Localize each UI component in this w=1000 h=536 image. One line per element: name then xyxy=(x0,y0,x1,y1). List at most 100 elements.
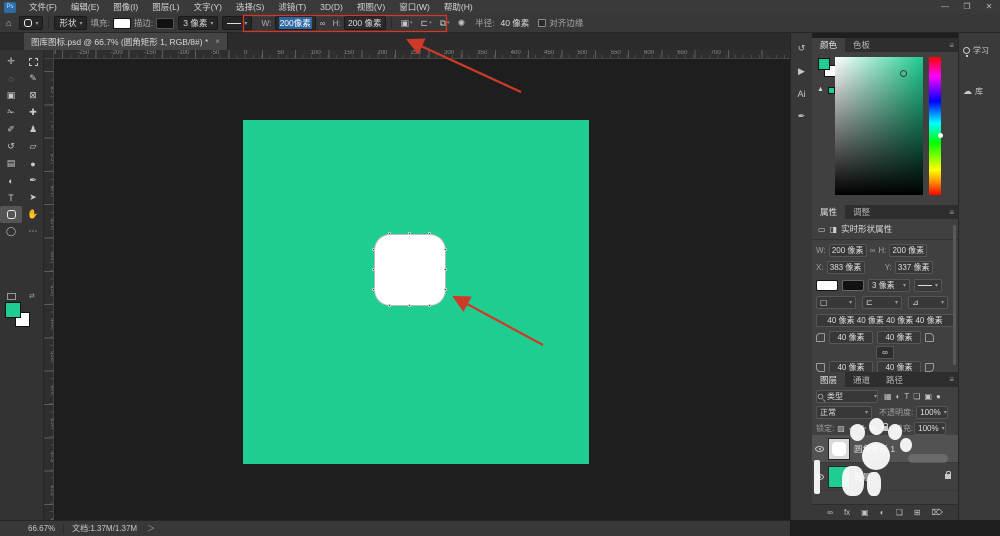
edit-toolbar[interactable]: ⋯ xyxy=(22,223,44,240)
stroke-caps-dropdown[interactable]: ⊏▾ xyxy=(862,296,902,309)
path-alignment-icon[interactable]: ⊏▾ xyxy=(421,18,432,29)
move-tool[interactable]: ✛ xyxy=(0,53,22,70)
type-tool[interactable]: T xyxy=(0,189,22,206)
quick-selection-tool[interactable]: ✎ xyxy=(22,70,44,87)
status-options-chevron[interactable]: ＞ xyxy=(147,523,155,534)
align-edges-checkbox[interactable] xyxy=(538,19,546,27)
menu-item-filter[interactable]: 滤镜(T) xyxy=(271,0,313,14)
adjustment-layer-icon[interactable]: ◐ xyxy=(880,508,885,517)
link-dimensions-icon[interactable]: ∞ xyxy=(320,19,326,28)
hand-tool[interactable]: ✋ xyxy=(22,206,44,223)
pen-panel-icon[interactable]: ✒ xyxy=(798,111,806,122)
layer-mask-icon[interactable]: ▣ xyxy=(861,508,869,517)
prop-width-field[interactable]: 200 像素 xyxy=(829,244,867,257)
radius-value[interactable]: 40 像素 xyxy=(500,17,529,29)
prop-y-field[interactable]: 337 像素 xyxy=(895,261,933,274)
tab-swatches[interactable]: 色板 xyxy=(845,38,878,52)
tab-layers[interactable]: 图层 xyxy=(812,372,845,387)
stroke-type-dropdown[interactable]: ▾ xyxy=(222,16,252,30)
vertical-ruler[interactable]: -50050100150200250300350400450500550600 xyxy=(44,59,54,520)
layer-fill-field[interactable]: 100%▾ xyxy=(914,422,946,435)
prop-fill-swatch[interactable] xyxy=(816,280,838,291)
gradient-tool[interactable]: ▤ xyxy=(0,155,22,172)
blur-tool[interactable]: ● xyxy=(22,155,44,172)
saturation-brightness-field[interactable] xyxy=(835,57,923,195)
tab-close-icon[interactable]: × xyxy=(215,37,220,46)
gamut-warning-icon[interactable]: ▲ xyxy=(817,86,824,93)
filter-shape-layers-icon[interactable]: ❏ xyxy=(913,392,920,401)
lasso-tool[interactable]: ◌ xyxy=(0,70,22,87)
menu-item-type[interactable]: 文字(Y) xyxy=(187,0,229,14)
crop-tool[interactable]: ▣ xyxy=(0,87,22,104)
color-picker-marker[interactable] xyxy=(900,70,907,77)
blend-mode-dropdown[interactable]: 正常▾ xyxy=(816,406,872,419)
menu-item-layer[interactable]: 图层(L) xyxy=(145,0,186,14)
path-arrangement-icon[interactable]: ⧉▾ xyxy=(440,18,450,29)
canvas-area[interactable] xyxy=(54,59,790,520)
layer-group-icon[interactable]: ❏ xyxy=(896,508,903,517)
corner-tl-field[interactable]: 40 像素 xyxy=(829,331,873,344)
tool-mode-dropdown[interactable]: 形状▾ xyxy=(54,16,87,30)
prop-link-icon[interactable]: ∞ xyxy=(870,246,876,255)
prop-stroke-swatch[interactable] xyxy=(842,280,864,291)
stroke-align-dropdown[interactable]: ▢▾ xyxy=(816,296,856,309)
filter-adjustment-layers-icon[interactable]: ◐ xyxy=(896,392,901,401)
link-corner-radii-icon[interactable]: ∞ xyxy=(876,346,894,359)
tab-channels[interactable]: 通道 xyxy=(845,372,878,387)
radius-summary-field[interactable]: 40 像素 40 像素 40 像素 40 像素 xyxy=(816,314,954,327)
web-color-cube-icon[interactable] xyxy=(828,87,835,94)
tab-properties[interactable]: 属性 xyxy=(812,205,845,219)
tab-adjustments[interactable]: 调整 xyxy=(845,205,878,219)
ai-panel-icon[interactable]: Ai xyxy=(797,89,805,99)
panel-foreground-swatch[interactable] xyxy=(818,58,830,70)
corner-tr-field[interactable]: 40 像素 xyxy=(877,331,921,344)
document-tab[interactable]: 图库图标.psd @ 66.7% (圆角矩形 1, RGB/8#) * × xyxy=(24,33,228,50)
menu-item-edit[interactable]: 编辑(E) xyxy=(64,0,106,14)
shape-width-field[interactable]: 200像素 xyxy=(275,16,316,30)
prop-stroke-width-field[interactable]: 3 像素▾ xyxy=(868,279,910,292)
stroke-color-swatch[interactable] xyxy=(156,18,174,29)
home-icon[interactable]: ⌂ xyxy=(6,18,11,28)
artboard[interactable] xyxy=(243,120,589,464)
prop-stroke-type-dropdown[interactable]: ▾ xyxy=(914,279,942,292)
tab-paths[interactable]: 路径 xyxy=(878,372,911,387)
learn-panel-button[interactable]: 学习 xyxy=(959,39,1000,62)
history-panel-icon[interactable]: ↺ xyxy=(798,43,806,54)
restore-button[interactable]: ❐ xyxy=(956,0,978,14)
prop-x-field[interactable]: 383 像素 xyxy=(827,261,865,274)
path-selection-tool[interactable]: ➤ xyxy=(22,189,44,206)
panel-menu-icon[interactable]: ≡ xyxy=(945,38,958,52)
menu-item-3d[interactable]: 3D(D) xyxy=(313,0,350,14)
layer-row-background[interactable]: 背景 xyxy=(812,463,958,491)
rectangular-marquee-tool[interactable] xyxy=(22,53,44,70)
menu-item-select[interactable]: 选择(S) xyxy=(229,0,271,14)
prop-height-field[interactable]: 200 像素 xyxy=(889,244,927,257)
menu-item-file[interactable]: 文件(F) xyxy=(22,0,64,14)
default-colors-icon[interactable] xyxy=(7,293,16,300)
pen-tool[interactable]: ✒ xyxy=(22,172,44,189)
hue-slider-marker[interactable] xyxy=(938,133,943,138)
layer-filter-type-dropdown[interactable]: 类型 ▾ xyxy=(816,390,878,403)
minimize-button[interactable]: — xyxy=(934,0,956,14)
swap-colors-icon[interactable]: ⇄ xyxy=(29,292,35,300)
horizontal-ruler[interactable]: -300-250-200-150-100-5005010015020025030… xyxy=(54,50,790,59)
actions-panel-icon[interactable]: ▶ xyxy=(798,66,805,77)
shape-settings-gear-icon[interactable]: ✺ xyxy=(458,18,466,29)
ruler-origin-corner[interactable] xyxy=(44,50,54,59)
tab-color[interactable]: 颜色 xyxy=(812,38,845,52)
zoom-tool[interactable]: ◯ xyxy=(0,223,22,240)
dodge-tool[interactable]: ◐ xyxy=(0,172,22,189)
menu-item-window[interactable]: 窗口(W) xyxy=(392,0,437,14)
zoom-level-field[interactable]: 66.67% xyxy=(28,524,55,533)
brush-tool[interactable]: ✐ xyxy=(0,121,22,138)
eyedropper-tool[interactable]: ✁ xyxy=(0,104,22,121)
filter-toggle-icon[interactable]: ● xyxy=(936,392,941,401)
lock-transparency-icon[interactable]: ▨ xyxy=(837,424,845,433)
eraser-tool[interactable]: ▱ xyxy=(22,138,44,155)
libraries-panel-button[interactable]: ☁ 库 xyxy=(959,80,1000,103)
path-operations-icon[interactable]: ▣▾ xyxy=(401,18,413,29)
healing-brush-tool[interactable]: ✚ xyxy=(22,104,44,121)
fill-color-swatch[interactable] xyxy=(113,18,131,29)
stroke-width-field[interactable]: 3 像素▾ xyxy=(178,16,218,30)
panel-menu-icon[interactable]: ≡ xyxy=(945,372,958,387)
